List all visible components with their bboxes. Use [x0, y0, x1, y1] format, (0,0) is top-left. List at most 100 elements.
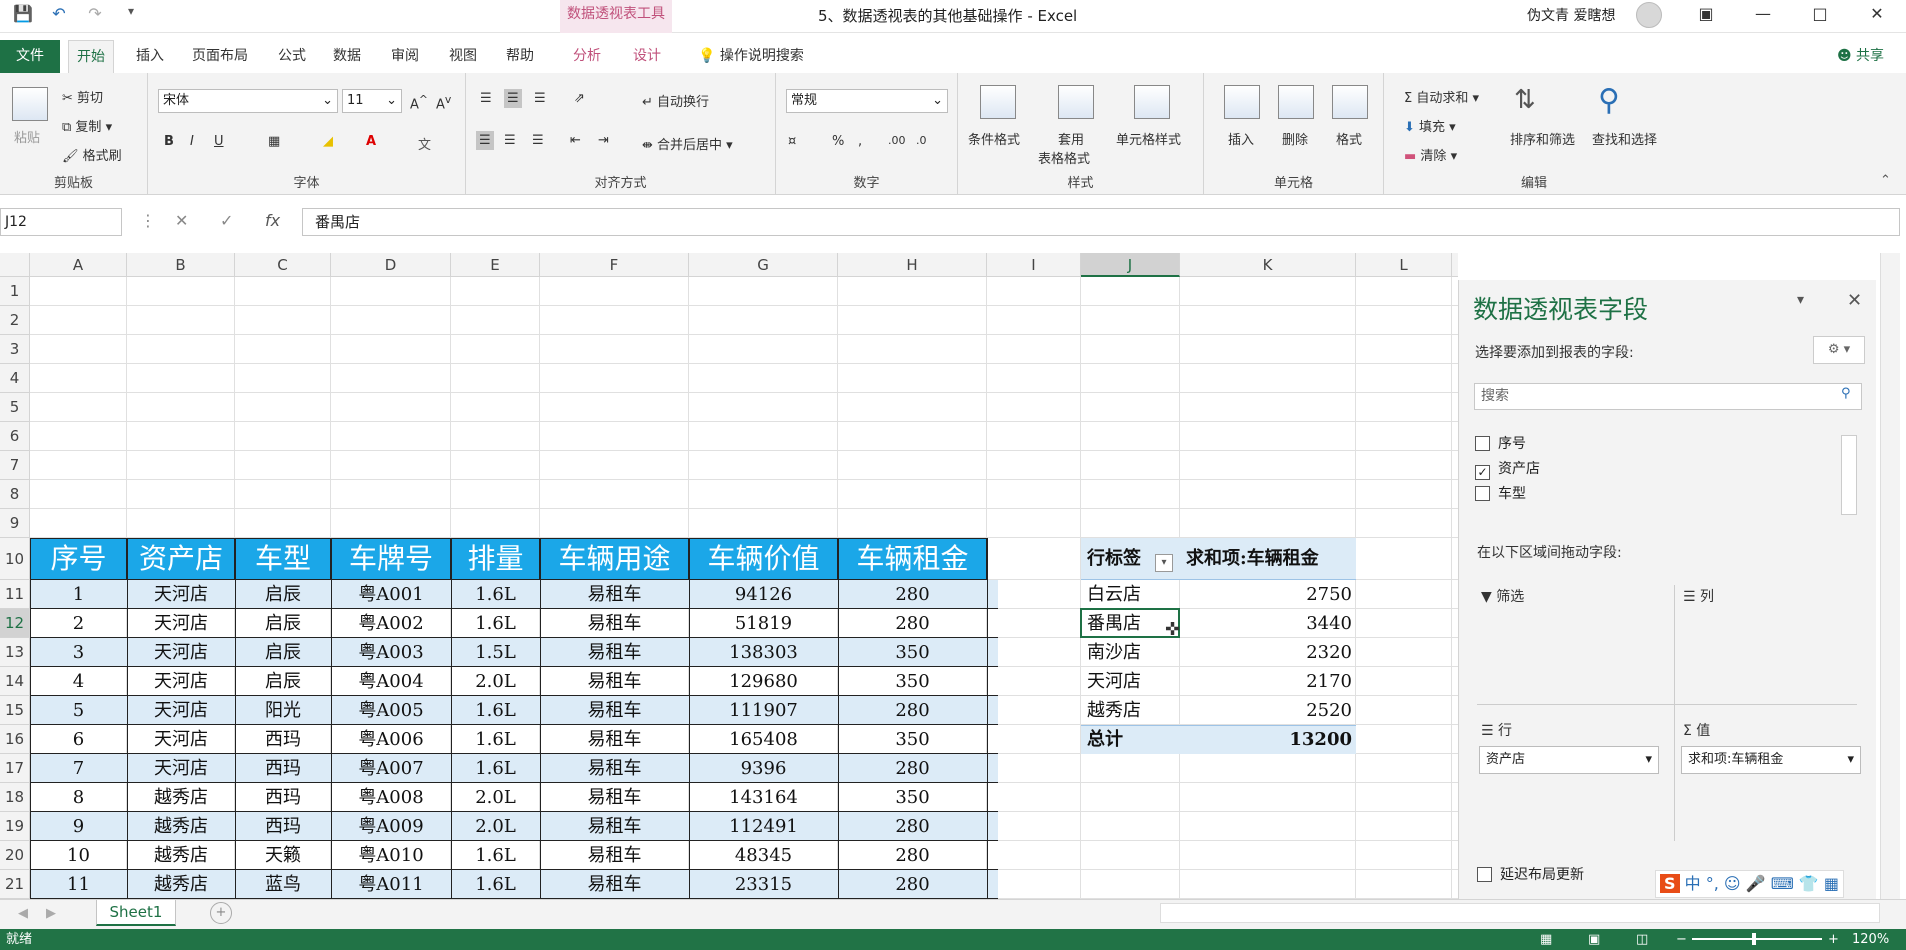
align-bottom-icon[interactable]: ☰	[534, 91, 546, 106]
currency-icon[interactable]: ¤	[788, 134, 796, 149]
table-cell[interactable]: 1.6L	[451, 696, 540, 725]
user-name[interactable]: 伪文青 爱瞎想	[1527, 5, 1615, 25]
table-cell[interactable]: 天河店	[127, 696, 235, 725]
zoom-out-icon[interactable]: −	[1676, 929, 1687, 950]
table-format-icon[interactable]	[1058, 85, 1094, 119]
table-cell[interactable]: 138303	[689, 638, 838, 667]
column-header-G[interactable]: G	[689, 253, 838, 277]
row-header-7[interactable]: 7	[0, 451, 30, 480]
table-cell[interactable]: 1.6L	[451, 580, 540, 609]
cancel-icon[interactable]: ✕	[175, 211, 188, 230]
table-cell[interactable]: 蓝鸟	[235, 870, 331, 899]
row-header-6[interactable]: 6	[0, 422, 30, 451]
pivot-filter-dropdown-icon[interactable]: ▾	[1155, 554, 1173, 572]
column-header-E[interactable]: E	[451, 253, 540, 277]
table-header-cell[interactable]: 车牌号	[331, 538, 451, 580]
field-search-input[interactable]: 搜索	[1474, 383, 1862, 410]
number-format-select[interactable]: 常规 ⌄	[786, 89, 948, 113]
find-select-icon[interactable]: ⚲	[1598, 83, 1634, 118]
row-header-15[interactable]: 15	[0, 696, 30, 725]
table-format-button-line1[interactable]: 套用	[1058, 129, 1084, 148]
font-name-select[interactable]: 宋体 ⌄	[158, 89, 338, 113]
align-center-icon[interactable]: ☰	[504, 133, 516, 148]
increase-indent-icon[interactable]: ⇥	[598, 133, 609, 148]
table-cell[interactable]: 280	[838, 754, 987, 783]
row-field-dropdown[interactable]: 资产店 ▾	[1479, 746, 1659, 774]
table-cell[interactable]: 越秀店	[127, 841, 235, 870]
copy-button[interactable]: ⧉ 复制 ▾	[62, 116, 112, 135]
avatar[interactable]	[1636, 2, 1662, 28]
tab-file[interactable]: 文件	[0, 40, 60, 73]
pane-options-chevron-icon[interactable]: ▾	[1797, 292, 1804, 308]
insert-cells-button[interactable]: 插入	[1228, 129, 1254, 148]
table-cell[interactable]: 粤A002	[331, 609, 451, 638]
field-item[interactable]: 车型	[1475, 483, 1526, 503]
column-header-K[interactable]: K	[1180, 253, 1356, 277]
ribbon-display-icon[interactable]: ▣	[1683, 0, 1729, 30]
pane-close-icon[interactable]: ✕	[1847, 290, 1862, 311]
column-header-I[interactable]: I	[987, 253, 1081, 277]
table-cell[interactable]: 粤A003	[331, 638, 451, 667]
row-header-16[interactable]: 16	[0, 725, 30, 754]
table-cell[interactable]: 5	[30, 696, 127, 725]
table-cell[interactable]: 23315	[689, 870, 838, 899]
pivot-row-value[interactable]: 2750	[1180, 580, 1356, 609]
conditional-format-icon[interactable]	[980, 85, 1016, 119]
maximize-button[interactable]: □	[1797, 0, 1843, 30]
pivot-total-value[interactable]: 13200	[1180, 725, 1356, 754]
table-cell[interactable]: 天河店	[127, 667, 235, 696]
tab-design[interactable]: 设计	[625, 40, 669, 73]
table-cell[interactable]: 天河店	[127, 609, 235, 638]
formula-input[interactable]: 番禺店	[302, 208, 1900, 236]
table-cell[interactable]: 越秀店	[127, 812, 235, 841]
border-icon[interactable]: ▦	[268, 134, 280, 149]
table-cell[interactable]: 1.6L	[451, 841, 540, 870]
vertical-scrollbar[interactable]	[1880, 253, 1900, 899]
save-icon[interactable]: 💾	[12, 4, 34, 23]
table-cell[interactable]: 4	[30, 667, 127, 696]
insert-cells-icon[interactable]	[1224, 85, 1260, 119]
table-cell[interactable]: 越秀店	[127, 783, 235, 812]
table-header-cell[interactable]: 车辆租金	[838, 538, 987, 580]
table-cell[interactable]: 350	[838, 638, 987, 667]
table-cell[interactable]: 112491	[689, 812, 838, 841]
share-button[interactable]: ☻ 共享	[1837, 40, 1884, 73]
table-cell[interactable]: 280	[838, 870, 987, 899]
column-header-M[interactable]: M	[1452, 253, 1458, 277]
table-cell[interactable]: 西玛	[235, 725, 331, 754]
table-cell[interactable]: 天河店	[127, 754, 235, 783]
row-header-9[interactable]: 9	[0, 509, 30, 538]
table-cell[interactable]: 10	[30, 841, 127, 870]
table-cell[interactable]: 粤A001	[331, 580, 451, 609]
table-cell[interactable]: 天河店	[127, 580, 235, 609]
row-header-5[interactable]: 5	[0, 393, 30, 422]
table-cell[interactable]: 280	[838, 841, 987, 870]
tab-help[interactable]: 帮助	[498, 40, 542, 73]
paste-icon[interactable]	[12, 87, 48, 121]
column-header-H[interactable]: H	[838, 253, 987, 277]
table-cell[interactable]: 易租车	[540, 783, 689, 812]
table-cell[interactable]: 越秀店	[127, 870, 235, 899]
zoom-in-icon[interactable]: +	[1828, 929, 1839, 950]
undo-icon[interactable]: ↶	[48, 4, 70, 23]
field-item[interactable]: ✓ 资产店	[1475, 458, 1540, 480]
delete-cells-button[interactable]: 删除	[1282, 129, 1308, 148]
merge-center-button[interactable]: ⇼ 合并后居中 ▾	[642, 134, 733, 153]
row-header-17[interactable]: 17	[0, 754, 30, 783]
zoom-level[interactable]: 120%	[1852, 929, 1889, 950]
grow-font-button[interactable]: A^	[410, 93, 428, 112]
table-cell[interactable]: 粤A004	[331, 667, 451, 696]
page-layout-view-icon[interactable]: ▣	[1588, 929, 1600, 950]
phonetic-icon[interactable]: 文	[418, 134, 431, 153]
cell-styles-button[interactable]: 单元格样式	[1116, 129, 1181, 148]
pivot-row-value[interactable]: 2170	[1180, 667, 1356, 696]
table-cell[interactable]: 易租车	[540, 812, 689, 841]
italic-button[interactable]: I	[190, 134, 194, 149]
table-cell[interactable]: 7	[30, 754, 127, 783]
table-cell[interactable]: 西玛	[235, 754, 331, 783]
table-header-cell[interactable]: 车辆用途	[540, 538, 689, 580]
table-cell[interactable]: 西玛	[235, 812, 331, 841]
enter-icon[interactable]: ✓	[220, 211, 233, 230]
table-cell[interactable]: 48345	[689, 841, 838, 870]
table-cell[interactable]: 111907	[689, 696, 838, 725]
